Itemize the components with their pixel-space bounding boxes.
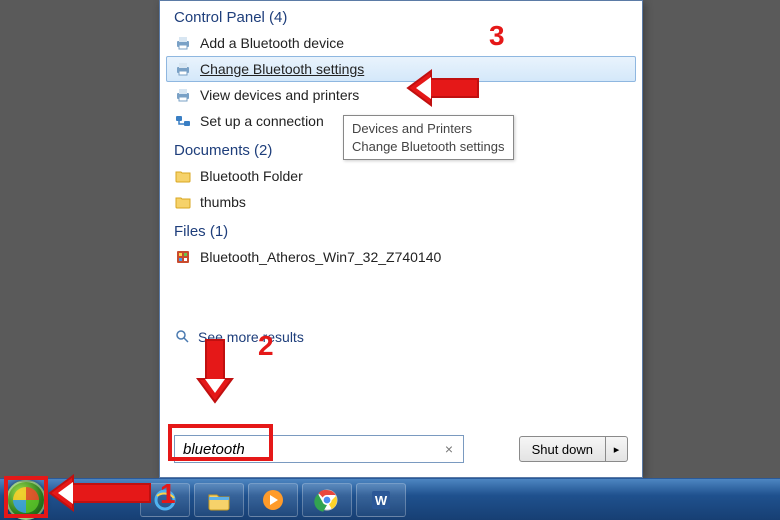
taskbar-ie[interactable] [140,483,190,517]
result-label: View devices and printers [200,87,359,103]
tooltip: Devices and Printers Change Bluetooth se… [343,115,514,160]
printer-icon [174,60,192,78]
section-header-control-panel: Control Panel (4) [160,1,642,30]
result-bluetooth-atheros[interactable]: Bluetooth_Atheros_Win7_32_Z740140 [166,244,636,270]
svg-text:W: W [375,493,388,508]
search-icon [174,328,192,346]
taskbar-word[interactable]: W [356,483,406,517]
result-label: Set up a connection [200,113,324,129]
result-label: Change Bluetooth settings [200,61,364,77]
shutdown-options-button[interactable]: ▸ [606,436,628,462]
result-label: thumbs [200,194,246,210]
start-menu: Control Panel (4) Add a Bluetooth device… [159,0,643,478]
result-thumbs[interactable]: thumbs [166,189,636,215]
result-add-bluetooth-device[interactable]: Add a Bluetooth device [166,30,636,56]
result-bluetooth-folder[interactable]: Bluetooth Folder [166,163,636,189]
see-more-label: See more results [198,329,304,345]
taskbar-media-player[interactable] [248,483,298,517]
section-header-files: Files (1) [160,215,642,244]
search-box[interactable]: × [174,435,464,463]
archive-icon [174,248,192,266]
printer-icon [174,34,192,52]
folder-icon [174,193,192,211]
result-change-bluetooth-settings[interactable]: Change Bluetooth settings [166,56,636,82]
result-label: Bluetooth_Atheros_Win7_32_Z740140 [200,249,441,265]
result-view-devices-printers[interactable]: View devices and printers [166,82,636,108]
result-label: Bluetooth Folder [200,168,303,184]
see-more-results[interactable]: See more results [160,320,642,354]
clear-search-icon[interactable]: × [443,441,455,457]
network-icon [174,112,192,130]
shutdown-button[interactable]: Shut down [519,436,606,462]
documents-results: Bluetooth Folder thumbs [160,163,642,215]
folder-icon [174,167,192,185]
taskbar-explorer[interactable] [194,483,244,517]
taskbar-chrome[interactable] [302,483,352,517]
taskbar: W [0,478,780,520]
start-button[interactable] [6,480,46,520]
search-input[interactable] [183,441,443,458]
files-results: Bluetooth_Atheros_Win7_32_Z740140 [160,244,642,270]
tooltip-line: Change Bluetooth settings [352,138,505,156]
bottom-row: × Shut down ▸ [174,435,628,463]
shutdown-group: Shut down ▸ [519,436,628,462]
tooltip-line: Devices and Printers [352,120,505,138]
printer-icon [174,86,192,104]
result-label: Add a Bluetooth device [200,35,344,51]
